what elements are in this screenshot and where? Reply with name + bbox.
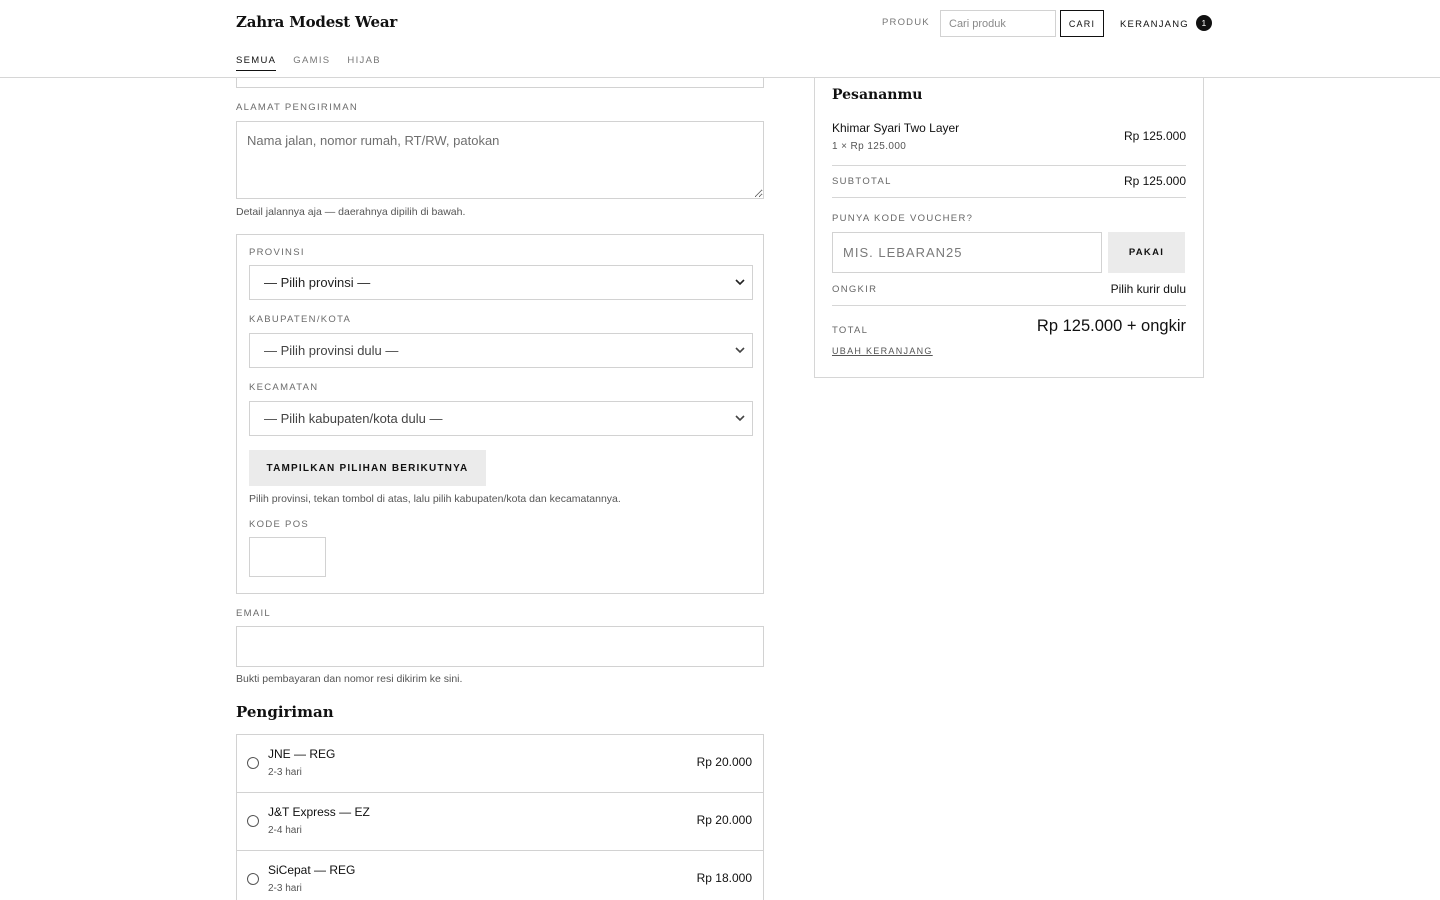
courier-eta: 2-3 hari [268,767,302,778]
site-header: Zahra Modest Wear PRODUK CARI KERANJANG … [0,0,1440,78]
courier-price: Rp 20.000 [696,755,752,769]
cart-item-price: Rp 125.000 [1123,129,1186,143]
chevron-down-icon [735,347,745,354]
cart-item-name: Khimar Syari Two Layer [832,121,960,135]
nav-link-produk[interactable]: PRODUK [882,17,930,28]
region-selector-box: PROVINSI — Pilih provinsi — KABUPATEN/KO… [236,234,764,594]
province-label: PROVINSI [249,247,305,258]
tab-semua[interactable]: SEMUA [236,55,277,71]
cart-item-qty: 1 × Rp 125.000 [832,141,907,152]
shipping-option-sicepat[interactable]: SiCepat — REG 2-3 hari Rp 18.000 [237,851,763,900]
divider [832,165,1186,166]
cart-label: KERANJANG [1120,18,1189,30]
courier-name: SiCepat — REG [268,863,356,877]
chevron-down-icon [735,415,745,422]
edit-cart-link[interactable]: UBAH KERANJANG [832,346,933,356]
email-field[interactable] [236,626,764,667]
total-value: Rp 125.000 + ongkir [1036,317,1186,335]
email-label: EMAIL [236,608,272,619]
apply-voucher-button[interactable]: PAKAI [1108,232,1185,273]
shipping-cost-label: ONGKIR [832,284,878,295]
voucher-input[interactable] [832,232,1102,273]
address-hint: Detail jalannya aja — daerahnya dipilih … [236,206,466,218]
subtotal-value: Rp 125.000 [1123,174,1186,188]
search-input[interactable] [940,10,1056,37]
brand-logo[interactable]: Zahra Modest Wear [236,13,397,31]
category-tabs: SEMUA GAMIS HIJAB [236,55,381,71]
email-hint: Bukti pembayaran dan nomor resi dikirim … [236,673,463,685]
tab-hijab[interactable]: HIJAB [347,55,380,71]
address-textarea[interactable] [236,121,764,199]
divider [832,305,1186,306]
region-hint: Pilih provinsi, tekan tombol di atas, la… [249,493,621,505]
courier-price: Rp 20.000 [696,813,752,827]
total-label: TOTAL [832,325,869,336]
courier-price: Rp 18.000 [696,871,752,885]
order-summary: Pesananmu Khimar Syari Two Layer 1 × Rp … [814,60,1204,378]
shipping-heading: Pengiriman [236,703,334,721]
voucher-label: PUNYA KODE VOUCHER? [832,213,974,224]
city-label: KABUPATEN/KOTA [249,314,352,325]
shipping-option-jnt[interactable]: J&T Express — EZ 2-4 hari Rp 20.000 [237,793,763,851]
courier-name: J&T Express — EZ [268,805,370,819]
shipping-option-jne[interactable]: JNE — REG 2-3 hari Rp 20.000 [237,735,763,793]
courier-eta: 2-3 hari [268,883,302,894]
address-label: ALAMAT PENGIRIMAN [236,102,359,113]
tab-gamis[interactable]: GAMIS [293,55,330,71]
cart-link[interactable]: KERANJANG 1 [1120,15,1212,31]
radio-button[interactable] [247,873,259,885]
divider [832,197,1186,198]
cart-count-badge: 1 [1195,15,1212,31]
shipping-options-list: JNE — REG 2-3 hari Rp 20.000 J&T Express… [236,734,764,900]
district-label: KECAMATAN [249,382,319,393]
province-select-value: — Pilih provinsi — [264,275,371,290]
city-select[interactable]: — Pilih provinsi dulu — [249,333,753,368]
search-button[interactable]: CARI [1060,10,1104,37]
province-select[interactable]: — Pilih provinsi — [249,265,753,300]
show-next-options-button[interactable]: TAMPILKAN PILIHAN BERIKUTNYA [249,450,486,486]
summary-title: Pesananmu [832,87,923,103]
courier-name: JNE — REG [268,747,336,761]
radio-button[interactable] [247,815,259,827]
chevron-down-icon [735,279,745,286]
subtotal-label: SUBTOTAL [832,176,892,187]
zip-input[interactable] [249,537,326,577]
courier-eta: 2-4 hari [268,825,302,836]
district-select-value: — Pilih kabupaten/kota dulu — [264,411,443,426]
shipping-cost-value: Pilih kurir dulu [1110,282,1186,296]
radio-button[interactable] [247,757,259,769]
city-select-value: — Pilih provinsi dulu — [264,343,399,358]
zip-label: KODE POS [249,519,310,530]
district-select[interactable]: — Pilih kabupaten/kota dulu — [249,401,753,436]
